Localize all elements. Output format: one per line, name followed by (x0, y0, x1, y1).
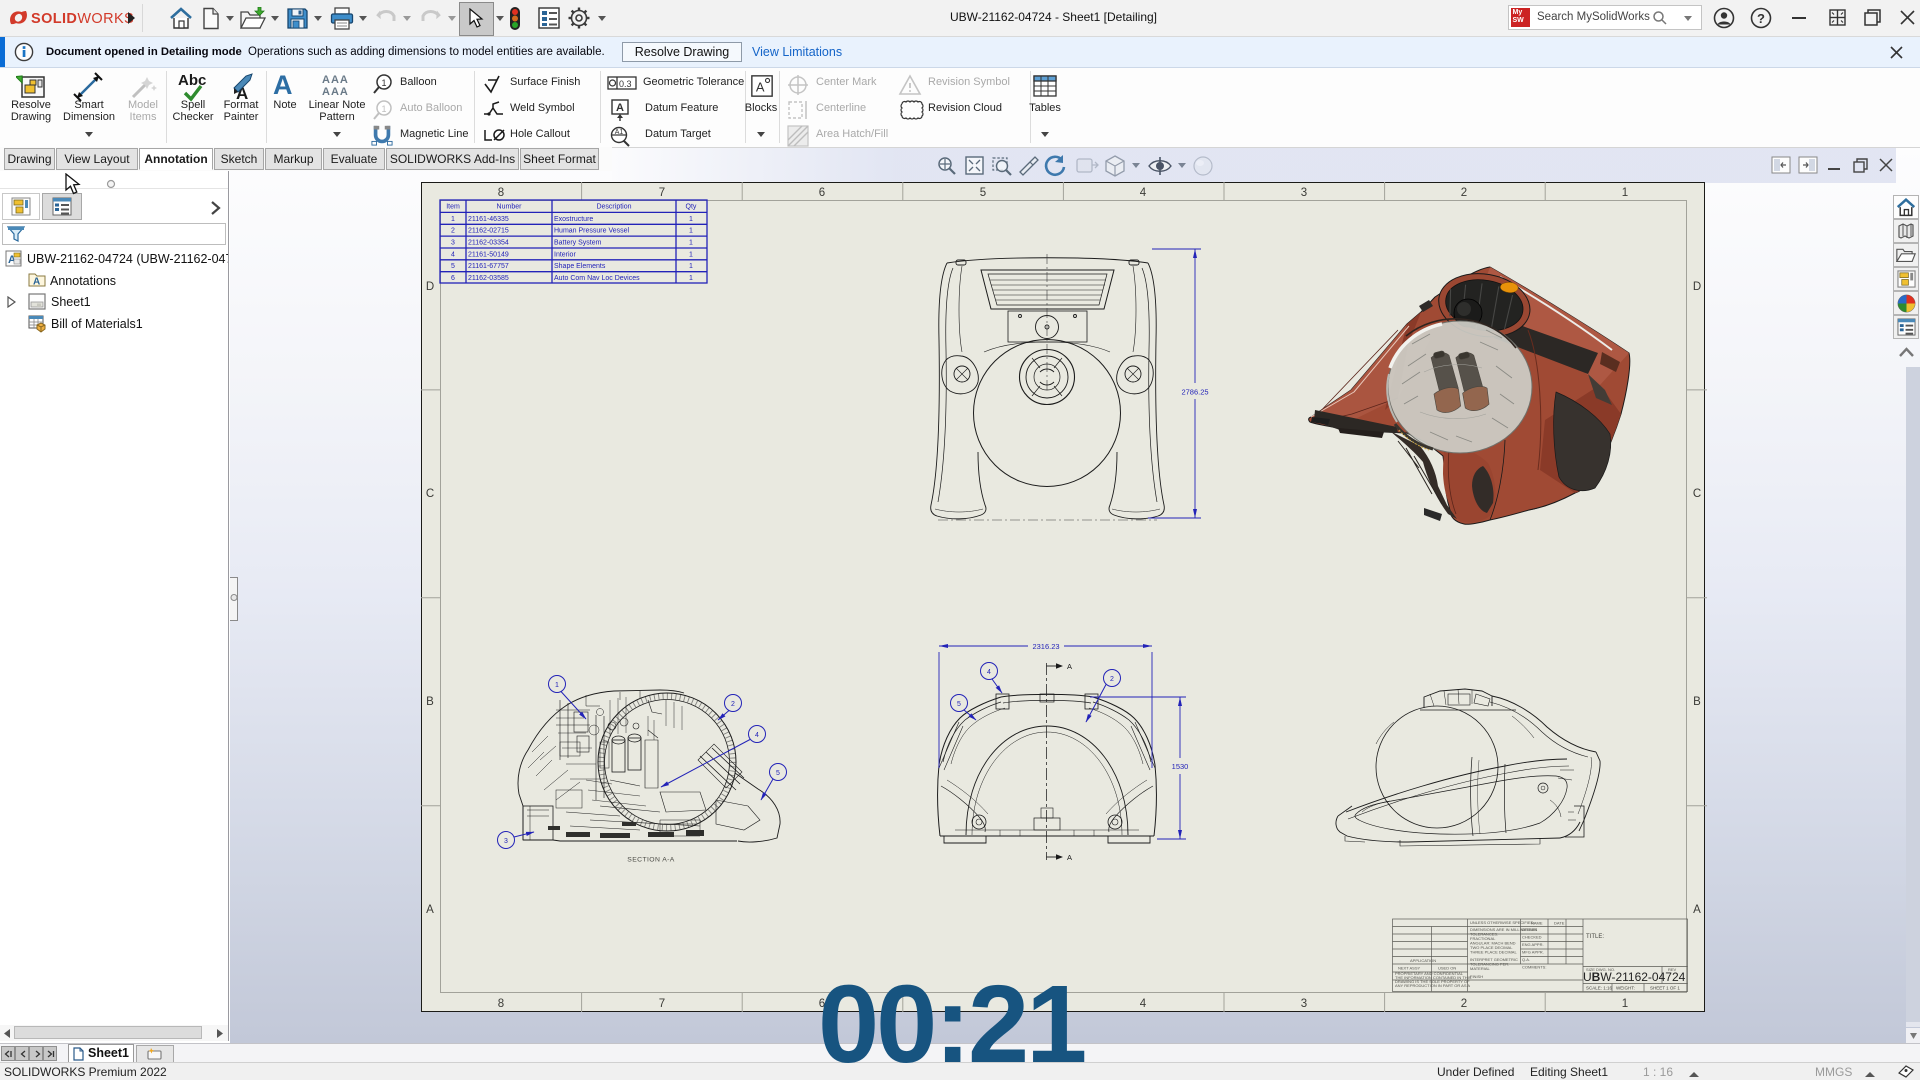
svg-text:4: 4 (987, 669, 991, 676)
svg-text:ENG APPR.: ENG APPR. (1522, 942, 1544, 947)
svg-text:2: 2 (1110, 676, 1114, 683)
svg-text:0.3: 0.3 (619, 79, 632, 89)
svg-text:D: D (1693, 281, 1701, 293)
svg-text:A: A (616, 102, 624, 114)
svg-text:C: C (1693, 488, 1701, 500)
svg-text:THREE PLACE DECIMAL: THREE PLACE DECIMAL (1470, 950, 1517, 955)
svg-text:Human Pressure Vessel: Human Pressure Vessel (554, 228, 630, 235)
svg-text:8: 8 (498, 998, 504, 1010)
svg-text:2: 2 (451, 228, 455, 235)
svg-text:21161-50149: 21161-50149 (468, 251, 509, 258)
svg-text:2: 2 (1461, 187, 1467, 199)
svg-text:1: 1 (1622, 998, 1628, 1010)
svg-text:Shape Elements: Shape Elements (554, 263, 606, 270)
svg-text:A: A (426, 904, 434, 916)
svg-text:Interior: Interior (554, 251, 576, 258)
svg-text:1: 1 (689, 251, 693, 258)
svg-text:A: A (1693, 904, 1701, 916)
svg-text:21162-03585: 21162-03585 (468, 275, 509, 282)
svg-text:NAME: NAME (1531, 921, 1543, 926)
svg-text:8: 8 (498, 187, 504, 199)
svg-text:7: 7 (659, 187, 665, 199)
svg-text:4: 4 (1140, 998, 1147, 1010)
svg-text:Description: Description (596, 204, 631, 211)
svg-text:Q.A.: Q.A. (1522, 957, 1530, 962)
svg-text:B: B (426, 696, 434, 708)
svg-text:3: 3 (1301, 998, 1307, 1010)
svg-text:1: 1 (689, 216, 693, 223)
svg-text:USED ON: USED ON (1438, 966, 1456, 971)
svg-text:UNLESS OTHERWISE SPECIFIED:: UNLESS OTHERWISE SPECIFIED: (1470, 920, 1535, 925)
svg-text:MATERIAL: MATERIAL (1470, 966, 1490, 971)
svg-text:NEXT ASSY: NEXT ASSY (1398, 966, 1420, 971)
svg-text:CHECKED: CHECKED (1522, 935, 1542, 940)
svg-text:C: C (426, 488, 434, 500)
svg-text:B: B (1693, 696, 1701, 708)
svg-text:1530: 1530 (1172, 762, 1189, 771)
svg-text:7: 7 (659, 998, 665, 1010)
svg-text:3: 3 (504, 838, 508, 845)
svg-text:1: 1 (689, 240, 693, 247)
svg-text:2786.25: 2786.25 (1181, 388, 1208, 397)
svg-text:A: A (756, 80, 765, 95)
svg-text:21161-67757: 21161-67757 (468, 263, 509, 270)
svg-text:1: 1 (689, 275, 693, 282)
svg-text:DATE: DATE (1554, 921, 1565, 926)
svg-text:MFG APPR.: MFG APPR. (1522, 950, 1544, 955)
svg-text:1: 1 (451, 216, 455, 223)
svg-text:Item: Item (446, 204, 460, 211)
svg-text:4: 4 (1140, 187, 1147, 199)
svg-text:APPLICATION: APPLICATION (1410, 958, 1436, 963)
svg-text:3: 3 (1301, 187, 1307, 199)
svg-text:5: 5 (451, 263, 455, 270)
svg-text:1: 1 (555, 682, 559, 689)
svg-text:21161-46335: 21161-46335 (468, 216, 509, 223)
svg-text:DRAWN: DRAWN (1522, 927, 1537, 932)
svg-text:2316.23: 2316.23 (1032, 642, 1059, 651)
svg-text:5: 5 (776, 770, 780, 777)
svg-text:5: 5 (957, 701, 961, 708)
svg-text:Number: Number (497, 204, 523, 211)
svg-text:ANY REPRODUCTION IN PART OR AS: ANY REPRODUCTION IN PART OR AS A (1395, 983, 1470, 988)
svg-text:4: 4 (451, 251, 455, 258)
svg-text:SOLIDWORKS: SOLIDWORKS (31, 11, 133, 27)
svg-text:A: A (33, 277, 40, 288)
svg-text:1: 1 (689, 263, 693, 270)
svg-text:Auto Com Nav Loc Devices: Auto Com Nav Loc Devices (554, 275, 640, 282)
svg-text:Exostructure: Exostructure (554, 216, 593, 223)
svg-text:TITLE:: TITLE: (1586, 934, 1604, 940)
svg-text:FINISH: FINISH (1470, 974, 1483, 979)
svg-text:1: 1 (1622, 187, 1628, 199)
svg-text:D: D (426, 281, 434, 293)
svg-text:21162-03354: 21162-03354 (468, 240, 509, 247)
svg-text:1: 1 (381, 104, 386, 114)
svg-text:1: 1 (689, 228, 693, 235)
svg-text:A: A (1067, 853, 1072, 862)
svg-text:1: 1 (381, 78, 386, 88)
svg-text:SCALE: 1:16: SCALE: 1:16 (1586, 986, 1613, 991)
svg-text:SECTION A-A: SECTION A-A (627, 857, 675, 864)
svg-text:WEIGHT:: WEIGHT: (1616, 986, 1635, 991)
svg-text:6: 6 (819, 187, 825, 199)
svg-text:?: ? (1757, 11, 1765, 26)
svg-text:A: A (1067, 662, 1072, 671)
svg-text:Battery System: Battery System (554, 240, 602, 247)
svg-text:2: 2 (1461, 998, 1467, 1010)
svg-text:COMMENTS:: COMMENTS: (1522, 965, 1546, 970)
svg-text:SHEET 1 OF 1: SHEET 1 OF 1 (1650, 986, 1680, 991)
svg-text:2: 2 (731, 701, 735, 708)
svg-text:4: 4 (755, 732, 759, 739)
svg-text:Qty: Qty (686, 204, 697, 211)
svg-text:3: 3 (451, 240, 455, 247)
svg-text:5: 5 (980, 187, 986, 199)
svg-text:6: 6 (451, 275, 455, 282)
svg-text:21162-02715: 21162-02715 (468, 228, 509, 235)
svg-text:UBW-21162-04724: UBW-21162-04724 (1583, 970, 1686, 984)
svg-text:A1: A1 (615, 129, 624, 136)
